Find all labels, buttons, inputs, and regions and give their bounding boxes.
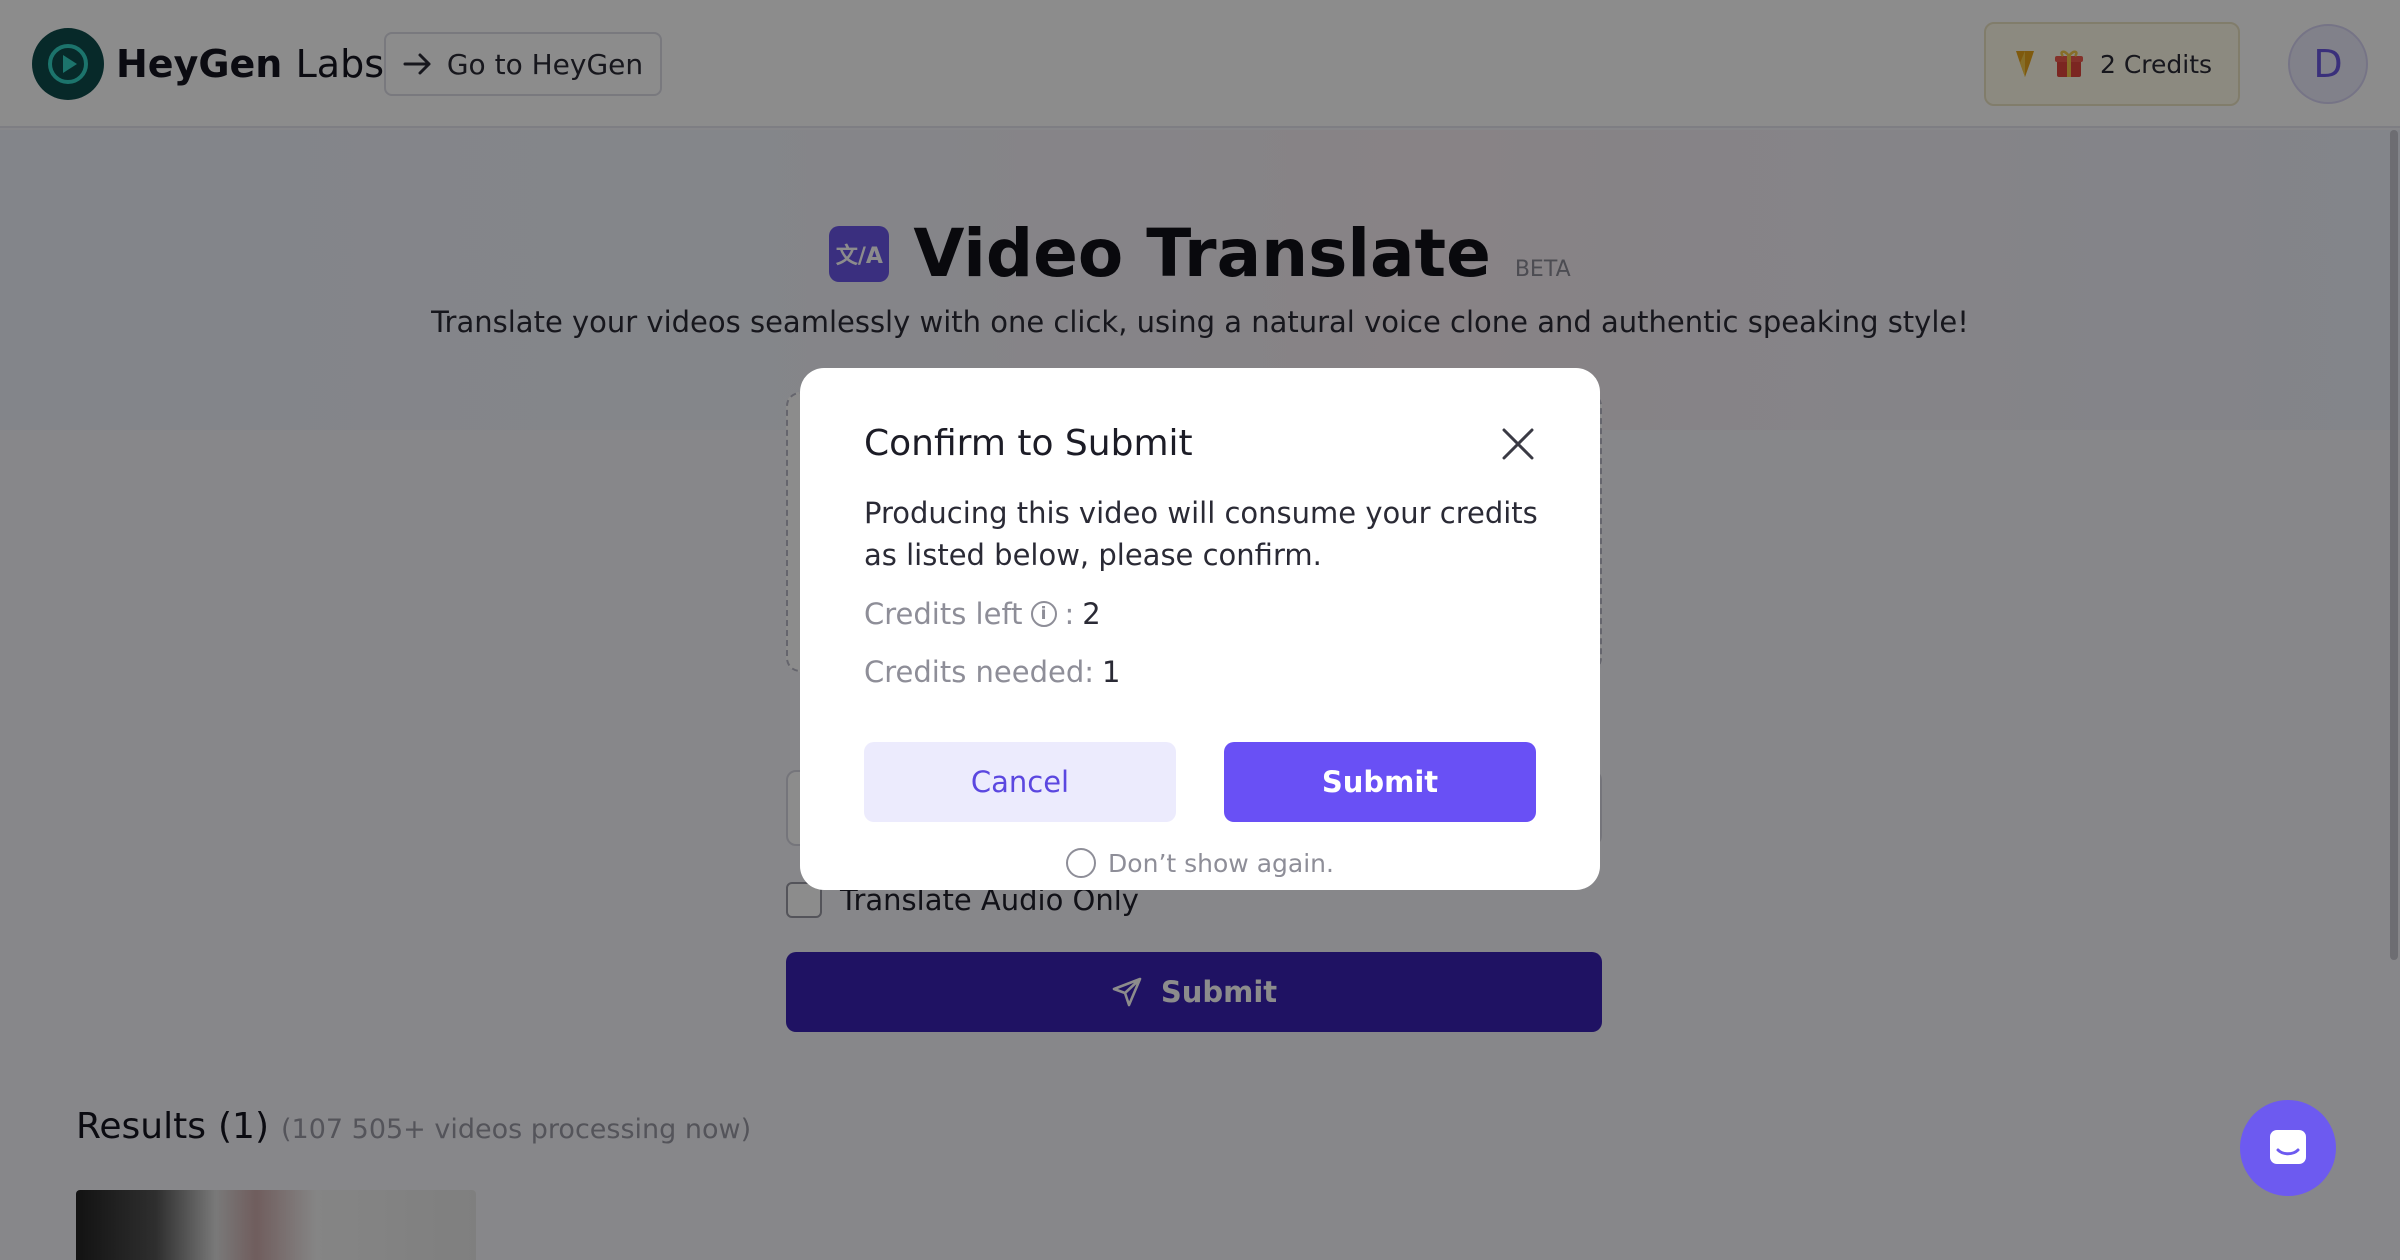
- credits-left-row: Credits left i : 2: [864, 594, 1101, 634]
- dialog-title: Confirm to Submit: [864, 423, 1193, 464]
- close-button[interactable]: [1496, 422, 1540, 466]
- cancel-button[interactable]: Cancel: [864, 742, 1176, 822]
- dont-show-again-label: Don’t show again.: [1108, 848, 1334, 878]
- credits-left-value: 2: [1082, 597, 1101, 631]
- credits-needed-row: Credits needed: 1: [864, 652, 1121, 692]
- chat-icon: [2270, 1130, 2306, 1164]
- chat-support-button[interactable]: [2240, 1100, 2336, 1196]
- close-icon: [1502, 428, 1534, 460]
- submit-button[interactable]: Submit: [1224, 742, 1536, 822]
- dont-show-again-radio[interactable]: [1066, 848, 1097, 878]
- credits-needed-label: Credits needed:: [864, 655, 1095, 689]
- dialog-message: Producing this video will consume your c…: [864, 496, 1538, 572]
- confirm-submit-dialog: Confirm to Submit Producing this video w…: [800, 368, 1600, 890]
- credits-left-label: Credits left: [864, 597, 1023, 631]
- dont-show-again-option[interactable]: Don’t show again.: [800, 846, 1600, 880]
- credits-needed-value: 1: [1102, 655, 1121, 689]
- info-icon[interactable]: i: [1030, 601, 1057, 627]
- credits-left-separator: :: [1064, 597, 1075, 631]
